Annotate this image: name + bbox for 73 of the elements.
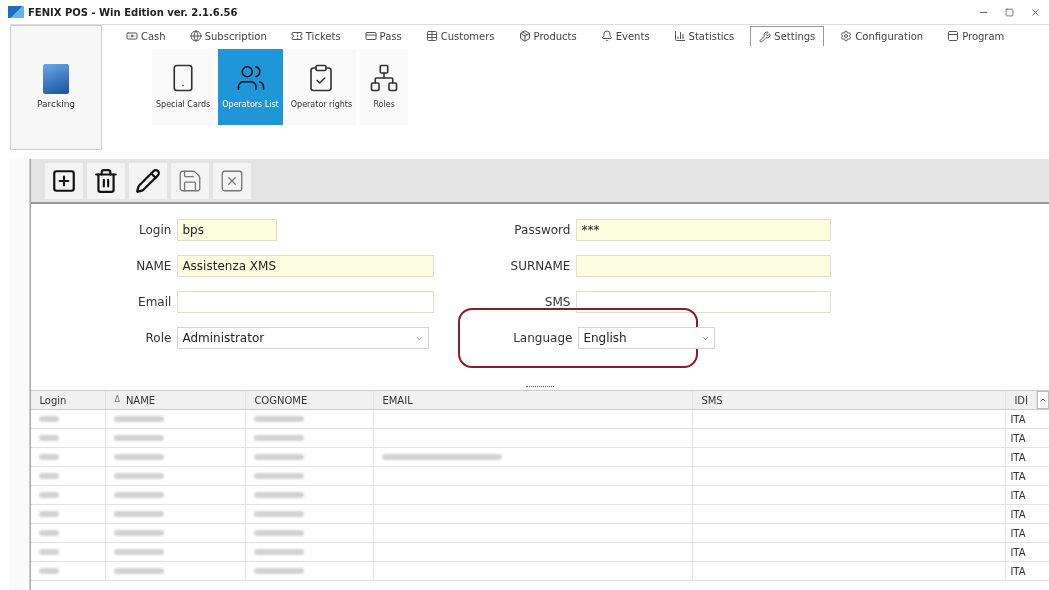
- trash-icon: [93, 167, 120, 194]
- bell-icon: [600, 30, 613, 42]
- table-cell-text: ITA: [1010, 450, 1026, 465]
- dropdown[interactable]: English: [578, 327, 716, 349]
- ribbon-tab[interactable]: Cash: [118, 26, 174, 46]
- app-tile-logo-icon: [43, 63, 69, 94]
- table-cell-text: ITA: [1010, 412, 1026, 427]
- field-label: Role: [144, 330, 172, 347]
- column-header[interactable]: EMAIL: [374, 391, 694, 409]
- caret-icon: [1039, 396, 1047, 404]
- input-field[interactable]: Assistenza XMS: [177, 255, 435, 277]
- panel-icon: [947, 30, 960, 42]
- field-label: SMS: [543, 294, 571, 311]
- table-cell-text: ITA: [1010, 526, 1026, 541]
- field-label: Password: [513, 222, 571, 239]
- ribbon-tab[interactable]: Program: [939, 26, 1013, 46]
- edit-button[interactable]: [129, 162, 168, 199]
- app-tile[interactable]: Parcking: [10, 25, 102, 150]
- table-cell-text: ITA: [1010, 545, 1026, 560]
- table-cell-text: ITA: [1010, 431, 1026, 446]
- table-cell-text: ITA: [1010, 488, 1026, 503]
- dropdown-value: Administrator: [182, 330, 265, 347]
- add-button[interactable]: [45, 162, 84, 199]
- ribbon-tab[interactable]: Events: [592, 26, 658, 46]
- input-field[interactable]: [576, 255, 832, 277]
- field-label: Login: [138, 222, 172, 239]
- column-header[interactable]: SMS: [693, 391, 1007, 409]
- dropdown-value: English: [583, 330, 627, 347]
- users-icon: [235, 63, 266, 93]
- field-label: Language: [512, 330, 573, 347]
- wrench-icon: [759, 30, 772, 43]
- column-header[interactable]: Δ NAME: [106, 391, 247, 409]
- table-cell-text: ITA: [1010, 469, 1026, 484]
- input-field[interactable]: bps: [177, 219, 278, 241]
- ribbon-button[interactable]: Special Cards: [152, 49, 215, 125]
- pencil-icon: [135, 167, 162, 194]
- dropdown[interactable]: Administrator: [177, 327, 430, 349]
- hierarchy-icon: [369, 63, 400, 93]
- close-icon[interactable]: [1030, 6, 1041, 18]
- ribbon-tab[interactable]: Subscription: [181, 26, 275, 46]
- field-label: NAME: [135, 258, 172, 275]
- ribbon-tab[interactable]: Settings: [750, 26, 825, 46]
- ribbon-tab[interactable]: Customers: [417, 26, 503, 46]
- field-label: SURNAME: [509, 258, 571, 275]
- ribbon-tab[interactable]: Tickets: [282, 26, 349, 46]
- field-label: Email: [137, 294, 172, 311]
- ticket-icon: [290, 30, 303, 42]
- input-field[interactable]: [177, 291, 435, 313]
- delete-button[interactable]: [87, 162, 126, 199]
- ribbon-tab[interactable]: Statistics: [665, 26, 743, 46]
- maximize-icon[interactable]: [1005, 7, 1014, 17]
- table-cell-text: ITA: [1010, 507, 1026, 522]
- input-field[interactable]: [576, 291, 832, 313]
- add-icon: [51, 167, 78, 194]
- app-logo-icon: [8, 6, 24, 18]
- ribbon-tab[interactable]: Configuration: [832, 26, 932, 46]
- banknote-icon: [126, 30, 138, 42]
- ribbon-button[interactable]: Operator rights: [286, 49, 357, 125]
- column-header[interactable]: Login: [31, 391, 107, 409]
- globe-icon: [189, 30, 202, 42]
- app-tile-label: Parcking: [36, 97, 76, 111]
- ribbon-tab[interactable]: Pass: [356, 26, 410, 46]
- card-icon: [364, 30, 377, 42]
- window-title: FENIX POS - Win Edition ver. 2.1.6.56: [28, 5, 238, 20]
- bar-chart-icon: [673, 30, 686, 42]
- table-icon: [425, 30, 438, 42]
- box-icon: [518, 30, 531, 42]
- input-field[interactable]: ***: [576, 219, 832, 241]
- ribbon-tab[interactable]: Products: [510, 26, 585, 46]
- table-cell-text: ITA: [1010, 564, 1026, 579]
- ribbon-button[interactable]: Roles: [360, 49, 409, 125]
- settings-icon: [840, 30, 853, 42]
- column-header[interactable]: COGNOME: [246, 391, 375, 409]
